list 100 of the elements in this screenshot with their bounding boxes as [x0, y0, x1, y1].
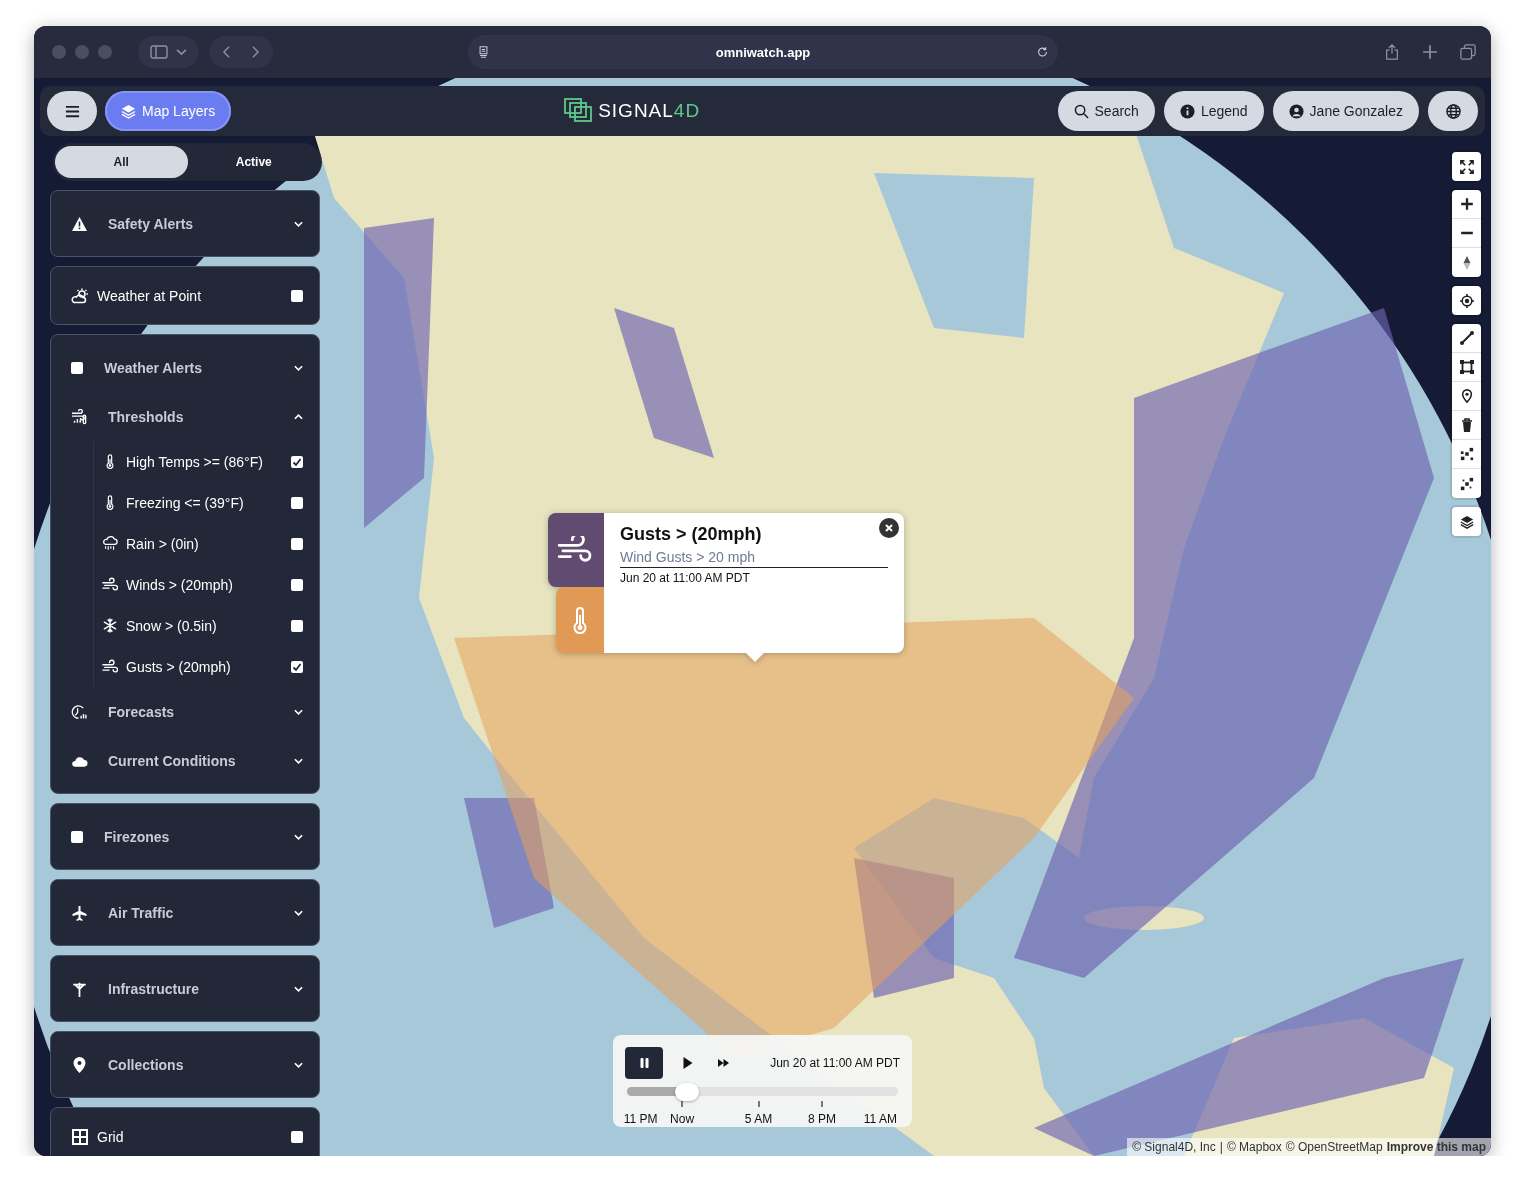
checkmark-icon — [292, 456, 302, 467]
layer-row[interactable]: Winds > (20mph) — [94, 564, 319, 605]
user-button[interactable]: Jane Gonzalez — [1272, 91, 1419, 131]
layer-row[interactable]: Forecasts — [51, 687, 319, 736]
layer-row[interactable]: Gusts > (20mph) — [94, 646, 319, 687]
slider-thumb[interactable] — [674, 1083, 699, 1101]
layer-row[interactable]: Freezing <= (39°F) — [94, 482, 319, 523]
pin-icon — [1459, 389, 1474, 403]
location-pin-icon — [71, 1056, 88, 1073]
checkbox[interactable] — [291, 455, 303, 468]
layer-row[interactable]: Collections — [51, 1040, 319, 1089]
chevron-down-icon — [176, 46, 187, 58]
url-text: omniwatch.app — [715, 44, 811, 60]
layer-row[interactable]: Infrastructure — [51, 964, 319, 1013]
layer-label: Rain > (0in) — [126, 535, 200, 552]
layer-row[interactable]: Safety Alerts — [51, 199, 319, 248]
time-label: 11 AM — [863, 1112, 897, 1126]
close-button[interactable] — [879, 518, 899, 538]
layer-label: Weather Alerts — [104, 359, 204, 376]
popup-title: Gusts > (20mph) — [620, 524, 763, 545]
layer-row[interactable]: Snow > (0.5in) — [94, 605, 319, 646]
globe-button[interactable] — [1428, 91, 1478, 131]
checkbox[interactable] — [291, 1130, 303, 1143]
map-layers-button[interactable]: Map Layers — [105, 91, 232, 131]
wind-icon — [102, 577, 118, 592]
filter-tab[interactable]: Active — [187, 146, 320, 178]
improve-map-link[interactable]: Improve this map — [1386, 1140, 1486, 1154]
search-icon — [1073, 103, 1089, 119]
utility-pole-icon — [71, 980, 88, 997]
wind-icon — [102, 659, 118, 674]
logo-mark-icon — [564, 98, 595, 124]
forward-button[interactable] — [250, 46, 261, 58]
layer-row[interactable]: Firezones — [51, 812, 319, 861]
checkbox[interactable] — [291, 619, 303, 632]
layer-row[interactable]: Current Conditions — [51, 736, 319, 785]
layer-label: Winds > (20mph) — [126, 576, 234, 593]
layer-row[interactable]: Thresholds — [51, 392, 319, 441]
tabs-icon — [1459, 44, 1477, 60]
layer-label: Freezing <= (39°F) — [126, 494, 245, 511]
sun-cloud-icon — [71, 287, 89, 304]
layer-row[interactable]: High Temps >= (86°F) — [94, 441, 319, 482]
fullscreen-icon — [1459, 159, 1474, 174]
address-bar[interactable]: omniwatch.app — [468, 35, 1058, 69]
legend-button[interactable]: Legend — [1163, 91, 1264, 131]
checkbox[interactable] — [291, 660, 303, 673]
thermometer-icon — [573, 606, 587, 634]
filter-tab[interactable]: All — [55, 146, 188, 178]
warning-icon — [71, 215, 88, 232]
search-button[interactable]: Search — [1057, 91, 1155, 131]
attribution-text: © Mapbox — [1226, 1140, 1282, 1154]
menu-button[interactable] — [47, 91, 97, 131]
checkbox[interactable] — [291, 537, 303, 550]
plus-icon — [1421, 44, 1439, 60]
checkmark-icon — [292, 661, 302, 672]
globe-icon — [1445, 103, 1461, 119]
checkbox[interactable] — [291, 289, 303, 302]
layer-label: Snow > (0.5in) — [126, 617, 218, 634]
checkbox[interactable] — [71, 361, 83, 374]
user-icon — [1288, 103, 1304, 119]
checkbox[interactable] — [291, 578, 303, 591]
popup-subtitle: Wind Gusts > 20 mph — [620, 549, 888, 568]
timeline-slider[interactable] — [627, 1083, 898, 1101]
layer-label: Gusts > (20mph) — [126, 658, 232, 675]
layer-label: Infrastructure — [108, 980, 201, 997]
layer-label: Weather at Point — [97, 287, 203, 304]
layer-row[interactable]: Weather Alerts — [51, 343, 319, 392]
sidebar-toggle-button[interactable] — [138, 36, 199, 68]
layer-label: Forecasts — [108, 703, 176, 720]
pause-button[interactable] — [625, 1047, 663, 1079]
clock-chart-icon — [71, 703, 88, 720]
time-label: 11 PM — [623, 1112, 658, 1126]
time-label: 8 PM — [807, 1112, 836, 1126]
attribution-text: © OpenStreetMap — [1285, 1140, 1383, 1154]
pause-icon — [638, 1057, 650, 1069]
zoom-in-icon — [1459, 197, 1474, 211]
layer-label: Thresholds — [108, 408, 185, 425]
airplane-icon — [71, 904, 88, 921]
layer-row[interactable]: Rain > (0in) — [94, 523, 319, 564]
layer-label: Collections — [108, 1056, 185, 1073]
time-label: 5 AM — [744, 1112, 773, 1126]
reload-icon — [1037, 46, 1048, 58]
back-button[interactable] — [221, 46, 232, 58]
grid-icon — [71, 1128, 89, 1145]
sidebar-icon — [150, 44, 168, 60]
layer-label: Grid — [97, 1128, 125, 1145]
layer-label: Current Conditions — [108, 752, 237, 769]
checkbox[interactable] — [291, 496, 303, 509]
layer-row[interactable]: Grid — [51, 1116, 319, 1156]
checkbox[interactable] — [71, 830, 83, 843]
snowflake-icon — [102, 618, 118, 633]
attribution-text: © Signal4D, Inc — [1132, 1140, 1216, 1154]
layers-icon — [121, 103, 136, 119]
layer-label: Firezones — [104, 828, 171, 845]
layer-row[interactable]: Air Traffic — [51, 888, 319, 937]
page-icon — [478, 46, 489, 58]
info-icon — [1179, 103, 1195, 119]
layer-row[interactable]: Weather at Point — [51, 275, 319, 316]
layer-label: Air Traffic — [108, 904, 175, 921]
uncombine-icon — [1459, 476, 1474, 491]
layer-tab[interactable] — [548, 513, 604, 587]
